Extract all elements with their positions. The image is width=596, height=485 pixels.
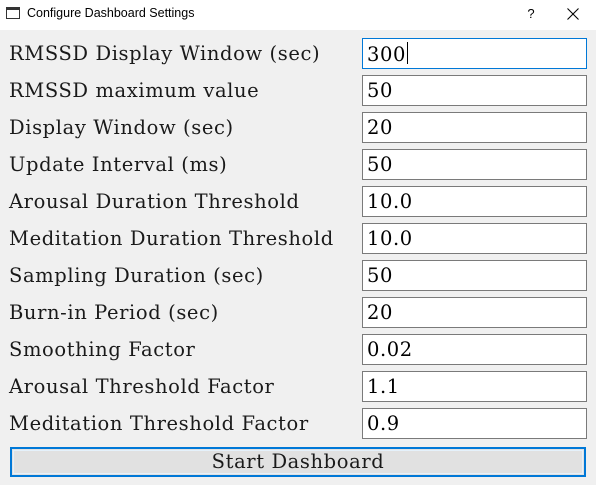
row-update-interval: Update Interval (ms) 50 [0,149,596,180]
row-meditation-threshold-factor: Meditation Threshold Factor 0.9 [0,408,596,439]
rmssd-maximum-value-input[interactable]: 50 [362,75,587,106]
display-window-input[interactable]: 20 [362,112,587,143]
field-label: RMSSD maximum value [9,79,260,102]
row-smoothing-factor: Smoothing Factor 0.02 [0,334,596,365]
close-icon [567,8,579,20]
field-label: Meditation Threshold Factor [9,412,309,435]
title-bar[interactable]: Configure Dashboard Settings ? [0,0,596,30]
arousal-threshold-factor-input[interactable]: 1.1 [362,371,587,402]
row-rmssd-display-window: RMSSD Display Window (sec) 300 [0,38,596,69]
text-caret [407,42,409,64]
arousal-duration-threshold-input[interactable]: 10.0 [362,186,587,217]
start-dashboard-label: Start Dashboard [211,450,385,473]
burn-in-period-input[interactable]: 20 [362,297,587,328]
start-dashboard-button[interactable]: Start Dashboard [10,447,586,477]
row-arousal-duration-threshold: Arousal Duration Threshold 10.0 [0,186,596,217]
row-display-window: Display Window (sec) 20 [0,112,596,143]
smoothing-factor-input[interactable]: 0.02 [362,334,587,365]
meditation-duration-threshold-input[interactable]: 10.0 [362,223,587,254]
meditation-threshold-factor-input[interactable]: 0.9 [362,408,587,439]
app-icon [6,7,20,19]
rmssd-display-window-input[interactable]: 300 [362,38,587,69]
help-button[interactable]: ? [516,3,546,25]
close-button[interactable] [558,3,588,25]
window-title: Configure Dashboard Settings [27,6,195,20]
field-label: Update Interval (ms) [9,153,228,176]
field-label: Meditation Duration Threshold [9,227,334,250]
update-interval-input[interactable]: 50 [362,149,587,180]
row-sampling-duration: Sampling Duration (sec) 50 [0,260,596,291]
field-label: Display Window (sec) [9,116,234,139]
field-label: RMSSD Display Window (sec) [9,42,321,65]
settings-dialog: Configure Dashboard Settings ? RMSSD Dis… [0,0,596,485]
field-label: Burn-in Period (sec) [9,301,219,324]
row-rmssd-maximum-value: RMSSD maximum value 50 [0,75,596,106]
row-arousal-threshold-factor: Arousal Threshold Factor 1.1 [0,371,596,402]
field-label: Sampling Duration (sec) [9,264,264,287]
field-label: Arousal Threshold Factor [9,375,275,398]
field-label: Smoothing Factor [9,338,196,361]
sampling-duration-input[interactable]: 50 [362,260,587,291]
row-burn-in-period: Burn-in Period (sec) 20 [0,297,596,328]
row-meditation-duration-threshold: Meditation Duration Threshold 10.0 [0,223,596,254]
field-label: Arousal Duration Threshold [9,190,300,213]
